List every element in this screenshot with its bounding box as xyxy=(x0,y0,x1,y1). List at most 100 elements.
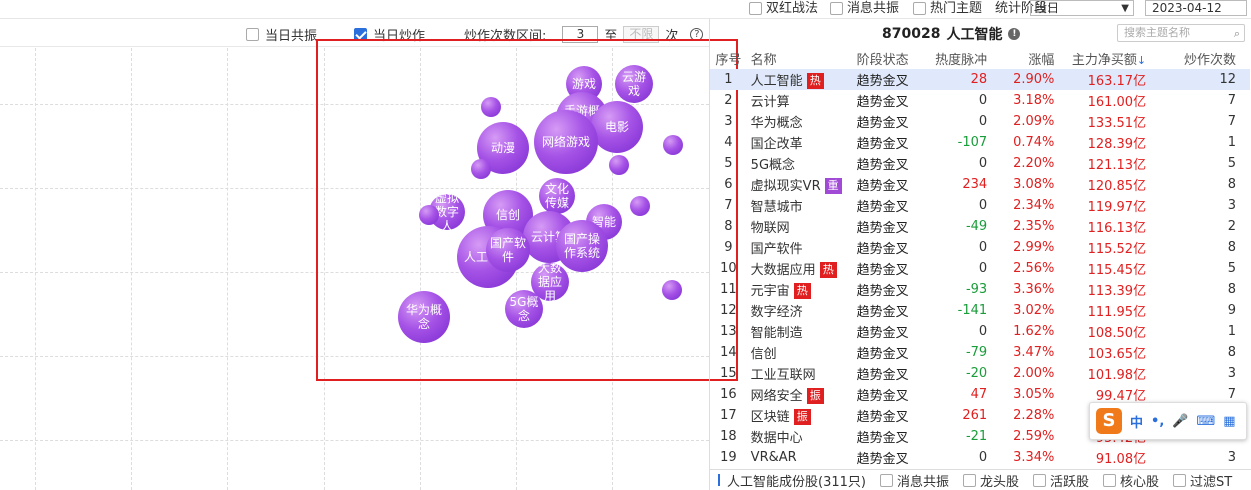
row-times-cell: 12 xyxy=(1150,69,1250,90)
row-heat-cell: -20 xyxy=(924,363,991,384)
row-name: 物联网 xyxy=(750,221,790,236)
row-change-cell: 2.35% xyxy=(991,216,1058,237)
table-row[interactable]: 19 VR&AR 趋势金叉 0 3.34% 91.08亿 3 xyxy=(710,447,1250,468)
row-stage: 趋势金叉 xyxy=(856,284,909,299)
row-stage-cell: 趋势金叉 xyxy=(853,258,924,279)
row-times: 12 xyxy=(1219,72,1236,87)
table-row[interactable]: 12 数字经济 趋势金叉 -141 3.02% 111.95亿 9 xyxy=(710,300,1250,321)
table-row[interactable]: 7 智慧城市 趋势金叉 0 2.34% 119.97亿 3 xyxy=(710,195,1250,216)
table-row[interactable]: 3 华为概念 趋势金叉 0 2.09% 133.51亿 7 xyxy=(710,111,1250,132)
col-change[interactable]: 涨幅 xyxy=(991,48,1058,69)
row-net-buy-cell: 101.98亿 xyxy=(1058,363,1150,384)
row-index: 10 xyxy=(720,261,737,276)
row-index: 19 xyxy=(720,450,737,465)
table-row[interactable]: 2 云计算 趋势金叉 0 3.18% 161.00亿 7 xyxy=(710,90,1250,111)
row-stage: 趋势金叉 xyxy=(856,116,909,131)
sogou-logo-icon[interactable]: S xyxy=(1096,408,1122,434)
row-times-cell: 2 xyxy=(1150,216,1250,237)
search-icon[interactable]: ⌕ xyxy=(1234,26,1240,42)
checkbox[interactable] xyxy=(1173,473,1187,487)
filter-st[interactable]: 过滤ST xyxy=(1173,471,1232,490)
filter-core[interactable]: 核心股 xyxy=(1103,471,1159,490)
row-change: 3.05% xyxy=(1013,387,1055,402)
date-picker[interactable]: 2023-04-12 xyxy=(1145,0,1247,16)
theme-name: 人工智能 xyxy=(946,27,1003,43)
grid-menu-icon[interactable]: ▦ xyxy=(1223,414,1235,429)
row-change-cell: 3.36% xyxy=(991,279,1058,300)
row-heat: 0 xyxy=(978,198,988,213)
col-stage[interactable]: 阶段状态 xyxy=(853,48,924,69)
filter-hot-themes[interactable]: 热门主题 xyxy=(913,0,982,16)
row-times-cell: 7 xyxy=(1150,90,1250,111)
row-index-cell: 16 xyxy=(710,384,747,405)
row-index-cell: 13 xyxy=(710,321,747,342)
col-times[interactable]: 炒作次数 xyxy=(1150,48,1250,69)
theme-search-input[interactable]: 搜索主题名称 ⌕ xyxy=(1117,24,1245,42)
row-heat: 0 xyxy=(978,450,988,465)
checkbox[interactable] xyxy=(1033,473,1046,487)
row-heat: 0 xyxy=(978,261,988,276)
col-name[interactable]: 名称 xyxy=(747,48,853,69)
checkbox[interactable] xyxy=(879,473,893,487)
ime-toolbar: S 中 •, 🎤 ⌨ ▦ xyxy=(1089,402,1247,440)
col-index[interactable]: 序号 xyxy=(710,48,747,69)
table-row[interactable]: 4 国企改革 趋势金叉 -107 0.74% 128.39亿 1 xyxy=(710,132,1250,153)
keyboard-icon[interactable]: ⌨ xyxy=(1196,414,1215,429)
checkbox[interactable] xyxy=(913,1,926,15)
checkbox[interactable] xyxy=(1103,473,1117,487)
row-net-buy: 163.17亿 xyxy=(1087,74,1147,89)
row-name: 信创 xyxy=(750,347,777,362)
checkbox[interactable] xyxy=(830,1,843,15)
stat-period-select[interactable]: 当日 ▼ xyxy=(1030,0,1134,16)
row-change-cell: 2.90% xyxy=(991,69,1059,90)
col-net-buy[interactable]: 主力净买额↓ xyxy=(1058,48,1150,69)
row-change: 2.20% xyxy=(1013,156,1055,171)
ime-punct-toggle[interactable]: •, xyxy=(1151,414,1164,429)
col-heat[interactable]: 热度脉冲 xyxy=(924,48,991,69)
row-times-cell: 1 xyxy=(1150,321,1250,342)
row-change: 2.00% xyxy=(1013,366,1055,381)
row-name-cell: 国产软件 xyxy=(747,237,853,258)
row-net-buy: 128.39亿 xyxy=(1087,137,1147,152)
row-tag-badge: 振 xyxy=(793,409,811,426)
row-stage: 趋势金叉 xyxy=(856,137,909,152)
row-times: 8 xyxy=(1227,282,1236,297)
table-row[interactable]: 8 物联网 趋势金叉 -49 2.35% 116.13亿 2 xyxy=(710,216,1250,237)
filter-news-resonance[interactable]: 消息共振 xyxy=(830,0,899,16)
row-change: 3.02% xyxy=(1013,303,1055,318)
stocks-link[interactable]: 人工智能成份股(311只) xyxy=(718,471,866,490)
table-row[interactable]: 1 人工智能热趋势金叉 28 2.90% 163.17亿 12 xyxy=(710,69,1250,90)
ime-lang-toggle[interactable]: 中 xyxy=(1130,412,1143,431)
row-stage: 趋势金叉 xyxy=(856,389,909,404)
table-row[interactable]: 10 大数据应用热趋势金叉 0 2.56% 115.45亿 5 xyxy=(710,258,1250,279)
table-row[interactable]: 14 信创 趋势金叉 -79 3.47% 103.65亿 8 xyxy=(710,342,1250,363)
row-heat: -107 xyxy=(957,135,988,150)
checkbox[interactable] xyxy=(749,1,762,15)
row-change: 2.56% xyxy=(1013,261,1055,276)
resonance-toggle[interactable]: 当日共振 xyxy=(246,25,317,44)
filter-news[interactable]: 消息共振 xyxy=(879,471,949,490)
table-row[interactable]: 13 智能制造 趋势金叉 0 1.62% 108.50亿 1 xyxy=(710,321,1250,342)
row-name: 工业互联网 xyxy=(750,368,816,383)
info-icon[interactable]: ! xyxy=(1008,28,1021,40)
checkbox[interactable] xyxy=(246,28,259,41)
row-net-buy-cell: 103.65亿 xyxy=(1058,342,1150,363)
row-stage-cell: 趋势金叉 xyxy=(853,237,924,258)
filter-active[interactable]: 活跃股 xyxy=(1033,471,1089,490)
table-row[interactable]: 15 工业互联网 趋势金叉 -20 2.00% 101.98亿 3 xyxy=(710,363,1250,384)
row-times-cell: 5 xyxy=(1150,258,1250,279)
microphone-icon[interactable]: 🎤 xyxy=(1172,414,1188,429)
table-row[interactable]: 9 国产软件 趋势金叉 0 2.99% 115.52亿 8 xyxy=(710,237,1250,258)
row-name: 数据中心 xyxy=(750,431,803,446)
row-stage: 趋势金叉 xyxy=(856,326,909,341)
row-times-cell: 8 xyxy=(1150,342,1250,363)
table-row[interactable]: 6 虚拟现实VR 重趋势金叉 234 3.08% 120.85亿 8 xyxy=(710,174,1250,195)
filter-leader[interactable]: 龙头股 xyxy=(962,471,1019,490)
table-row[interactable]: 11 元宇宙热趋势金叉 -93 3.36% 113.39亿 8 xyxy=(710,279,1250,300)
table-row[interactable]: 5 5G概念 趋势金叉 0 2.20% 121.13亿 5 xyxy=(710,153,1250,174)
checkbox[interactable] xyxy=(962,473,976,487)
row-tag-badge: 重 xyxy=(824,178,842,195)
row-times: 3 xyxy=(1227,450,1236,465)
row-stage-cell: 趋势金叉 xyxy=(853,90,924,111)
filter-double-red[interactable]: 双红战法 xyxy=(749,0,818,16)
